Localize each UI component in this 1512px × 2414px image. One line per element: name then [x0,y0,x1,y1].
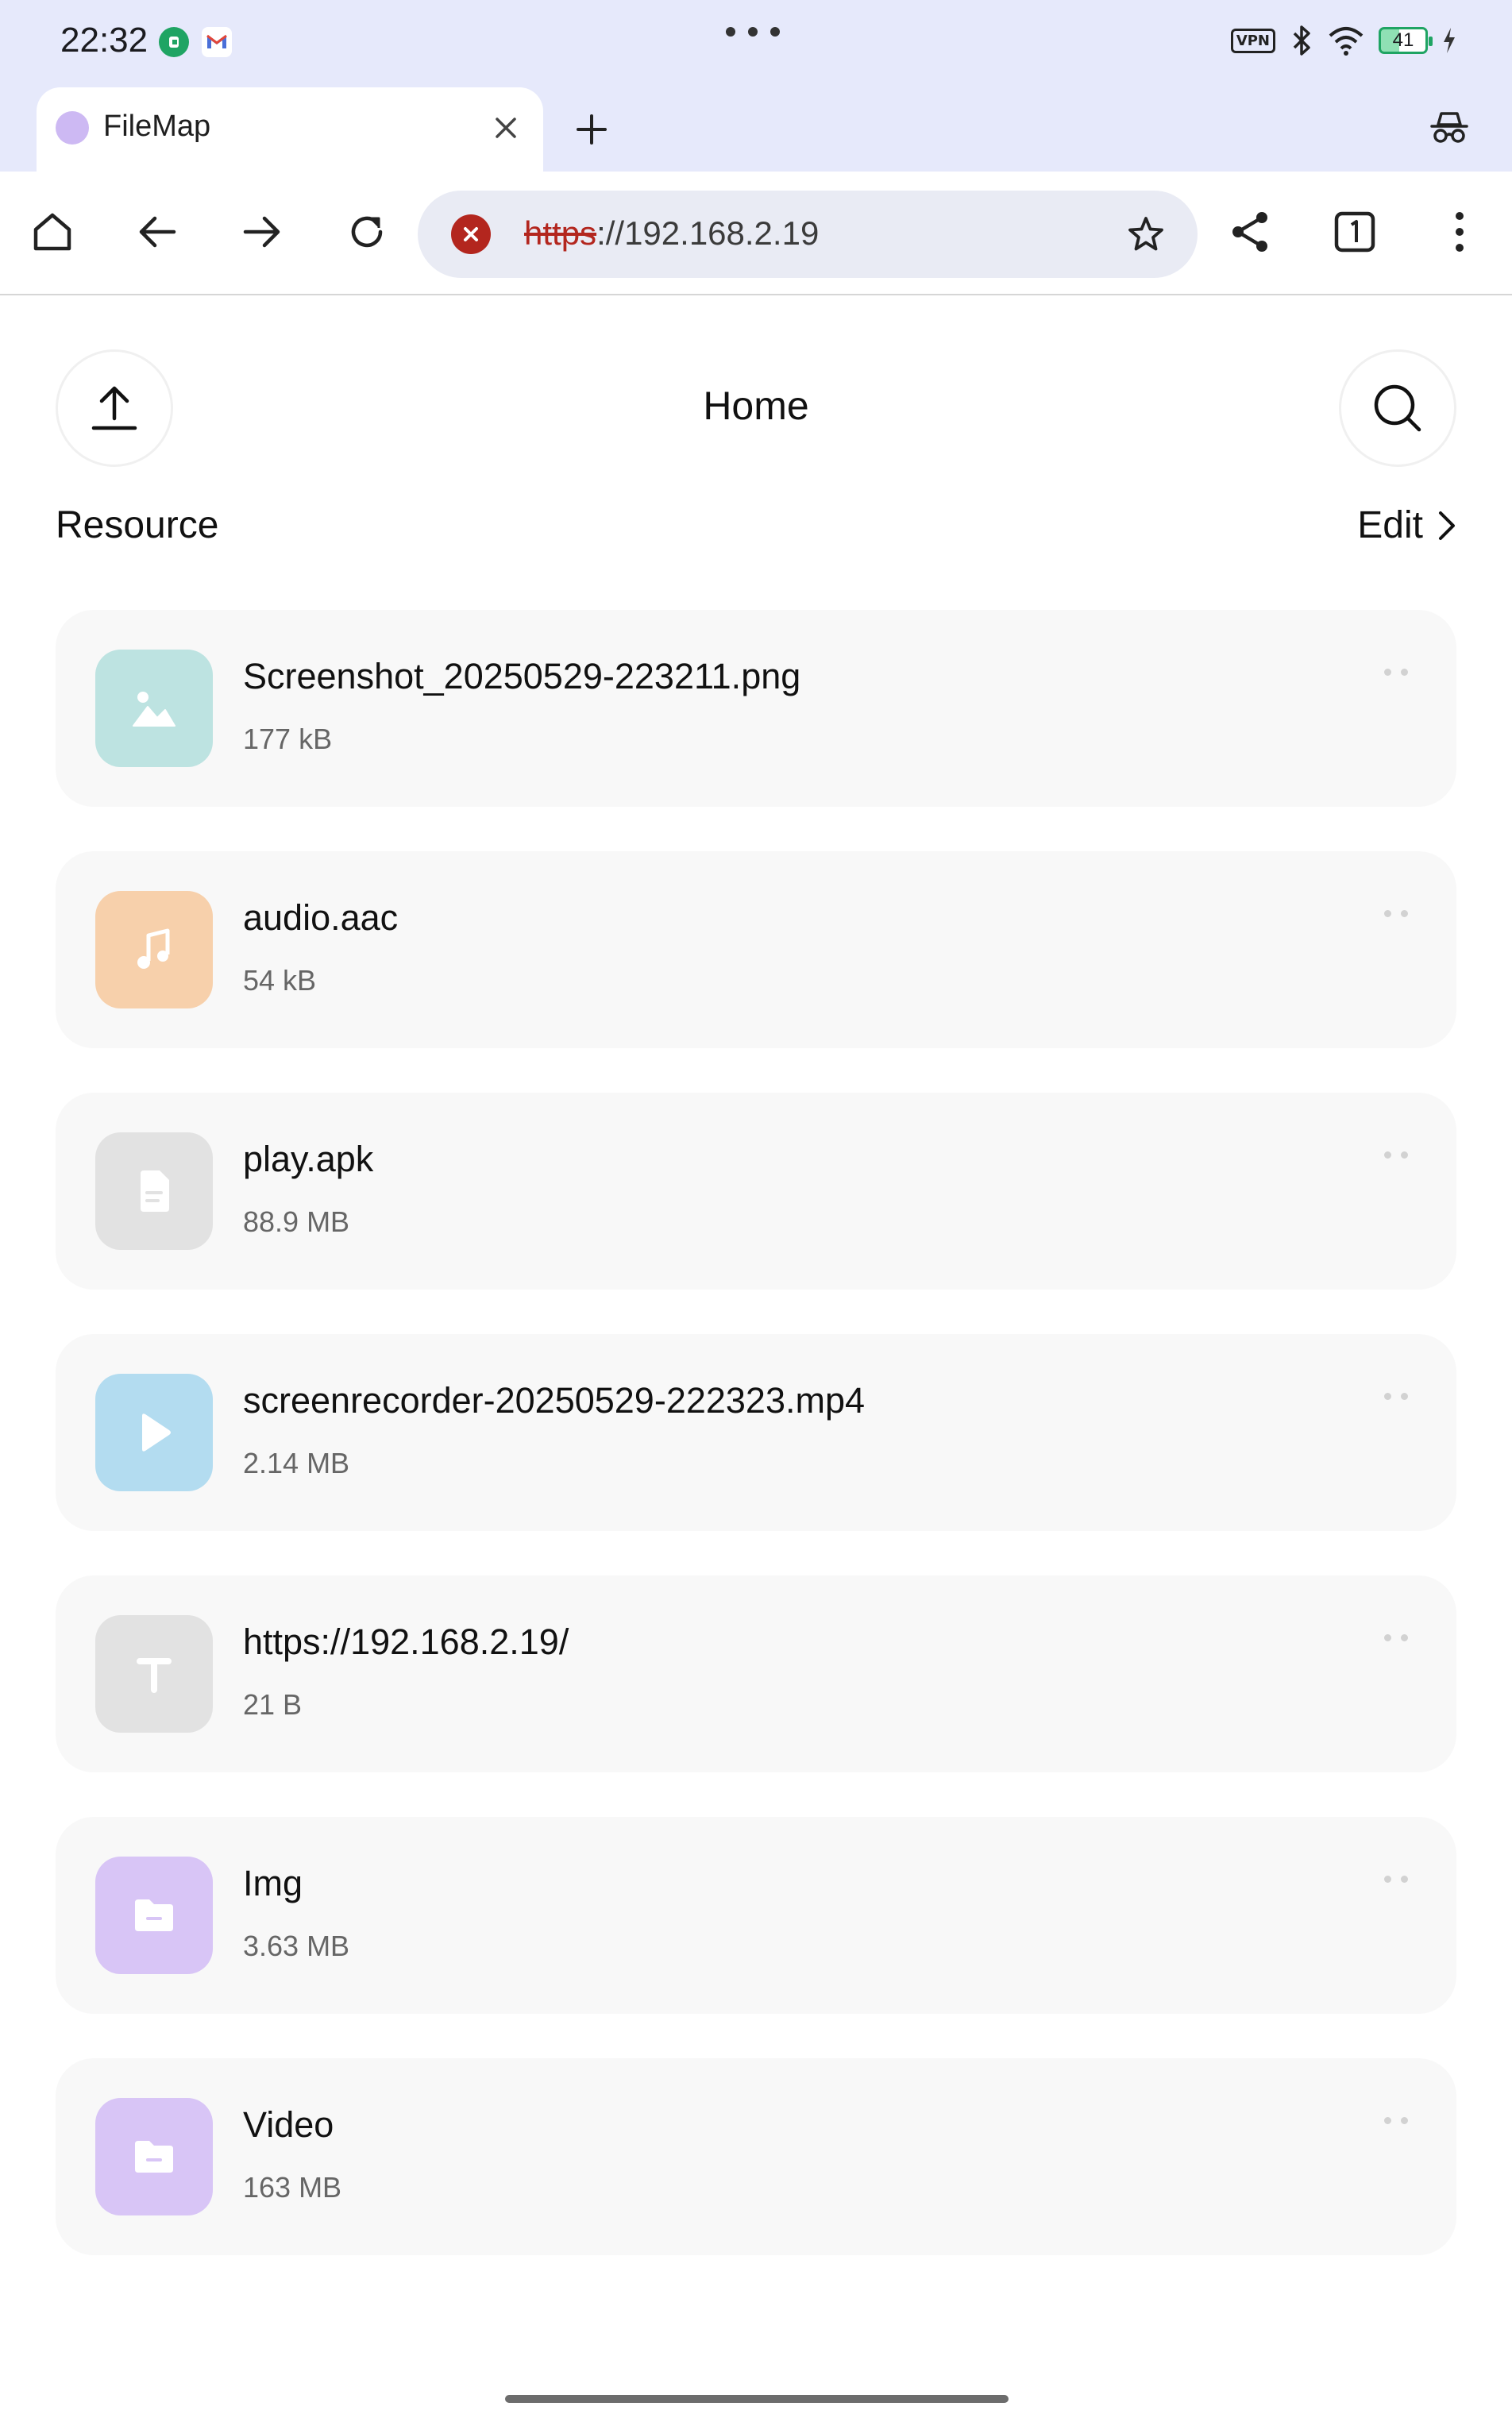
arrow-left-icon [139,216,176,248]
file-size: 177 kB [243,723,333,755]
text-icon [95,1615,213,1733]
play-icon [95,1374,213,1491]
forward-button[interactable] [230,200,294,264]
file-name: Img [243,1863,303,1903]
url-scheme: https [524,214,597,252]
green-app-icon [159,27,189,57]
file-item[interactable]: Screenshot_20250529-223211.png 177 kB [56,610,1456,807]
file-item[interactable]: Video 163 MB [56,2058,1456,2255]
page-title: Home [703,384,809,428]
tab-count-icon [1334,211,1375,253]
browser-chrome: 22:32 VPN 41 FileMap https://192.168.2.1… [0,0,1512,295]
file-name: play.apk [243,1139,374,1179]
document-icon [95,1132,213,1250]
address-bar[interactable]: https://192.168.2.19 [418,191,1198,278]
section-title: Resource [56,504,219,546]
reload-icon [351,216,383,248]
file-name: Video [243,2104,334,2145]
favicon-icon [56,111,89,145]
file-size: 54 kB [243,964,317,997]
share-button[interactable] [1218,200,1282,264]
filemap-page: Home Resource Edit Screenshot_20250529-2… [0,295,1512,2414]
browser-toolbar: https://192.168.2.19 [0,172,1512,295]
url-text[interactable]: https://192.168.2.19 [524,214,819,253]
file-size: 3.63 MB [243,1930,350,1962]
file-name: audio.aac [243,897,399,938]
status-bar: 22:32 VPN 41 [0,0,1512,87]
status-icons: VPN 41 [1230,24,1456,57]
status-time: 22:32 [60,21,148,60]
more-options-icon[interactable] [1372,657,1420,686]
file-size: 88.9 MB [243,1205,350,1238]
home-icon [33,213,71,251]
wifi-icon [1329,27,1364,56]
tab-filemap[interactable]: FileMap [37,87,543,172]
edit-button[interactable]: Edit [1357,503,1456,547]
reload-button[interactable] [335,200,399,264]
image-icon [95,650,213,767]
tab-switcher-button[interactable] [1323,200,1387,264]
new-tab-button[interactable] [570,108,613,151]
more-dots-icon [726,27,780,37]
url-host: ://192.168.2.19 [596,214,820,252]
tab-strip: FileMap [0,87,1512,172]
share-icon [1232,212,1267,252]
battery-icon: 41 [1379,27,1433,54]
incognito-button[interactable] [1426,105,1472,151]
file-size: 2.14 MB [243,1447,350,1479]
home-indicator[interactable] [505,2395,1009,2403]
battery-level: 41 [1392,29,1414,51]
plus-icon [577,114,607,145]
more-options-icon[interactable] [1372,1140,1420,1169]
charging-icon [1444,28,1455,53]
file-size: 163 MB [243,2171,342,2204]
music-icon [95,891,213,1008]
file-item[interactable]: Img 3.63 MB [56,1817,1456,2014]
close-icon [496,118,516,138]
search-icon [1374,384,1421,432]
more-options-icon[interactable] [1372,2106,1420,2134]
gmail-icon [202,27,232,57]
more-options-icon[interactable] [1372,1864,1420,1893]
more-options-icon[interactable] [1372,1623,1420,1652]
file-name: https://192.168.2.19/ [243,1622,569,1662]
file-item[interactable]: screenrecorder-20250529-222323.mp4 2.14 … [56,1334,1456,1531]
vertical-dots-icon [1456,212,1464,252]
more-options-icon[interactable] [1372,1382,1420,1410]
menu-button[interactable] [1428,200,1491,264]
search-button[interactable] [1339,349,1456,467]
chevron-right-icon [1439,511,1455,540]
home-button[interactable] [21,200,84,264]
file-name: screenrecorder-20250529-222323.mp4 [243,1380,866,1421]
more-options-icon[interactable] [1372,899,1420,927]
file-name: Screenshot_20250529-223211.png [243,656,801,696]
bookmark-button[interactable] [1123,211,1169,257]
incognito-icon [1430,112,1468,143]
arrow-right-icon [243,216,280,248]
edit-label: Edit [1357,504,1423,546]
file-item[interactable]: audio.aac 54 kB [56,851,1456,1048]
file-item[interactable]: play.apk 88.9 MB [56,1093,1456,1290]
back-button[interactable] [125,200,189,264]
file-size: 21 B [243,1688,303,1721]
file-item[interactable]: https://192.168.2.19/ 21 B [56,1575,1456,1772]
tab-title: FileMap [103,110,211,143]
star-icon [1128,217,1163,251]
bluetooth-icon [1293,25,1310,56]
not-secure-icon[interactable] [451,214,491,254]
close-tab-button[interactable] [488,110,524,146]
folder-icon [95,2098,213,2215]
folder-icon [95,1857,213,1974]
vpn-icon: VPN [1230,28,1275,53]
